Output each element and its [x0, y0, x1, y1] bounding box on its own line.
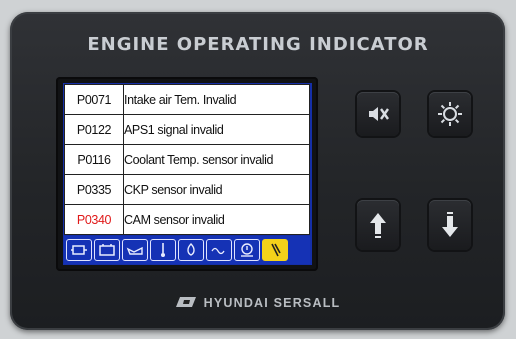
- table-row[interactable]: P0340 CAM sensor invalid: [64, 204, 310, 235]
- fault-code-table: P0071 Intake air Tem. Invalid P0122 APS1…: [64, 84, 310, 235]
- scroll-up-button[interactable]: [357, 200, 399, 250]
- lamp-test-button[interactable]: [429, 92, 471, 136]
- lamp-test-icon: [438, 102, 462, 126]
- brand-name: HYUNDAI SERSALL: [203, 296, 341, 310]
- table-row[interactable]: P0116 Coolant Temp. sensor invalid: [64, 144, 310, 175]
- fault-code: P0122: [64, 114, 124, 145]
- arrow-up-icon: [370, 213, 386, 238]
- table-row[interactable]: P0071 Intake air Tem. Invalid: [64, 84, 310, 115]
- warning-icon: [234, 239, 260, 261]
- battery-icon: [94, 239, 120, 261]
- fault-code-active: P0340: [64, 204, 124, 235]
- panel-title: ENGINE OPERATING INDICATOR: [87, 34, 429, 55]
- fault-description: CKP sensor invalid: [123, 174, 310, 205]
- scroll-down-button[interactable]: [429, 200, 471, 250]
- table-row[interactable]: P0122 APS1 signal invalid: [64, 114, 310, 145]
- fault-description: Intake air Tem. Invalid: [123, 84, 310, 115]
- fault-description: CAM sensor invalid: [123, 204, 310, 235]
- fuel-filter-icon: [262, 239, 288, 261]
- hyundai-logo-icon: [175, 296, 198, 311]
- fault-code: P0116: [64, 144, 124, 175]
- oil-can-icon: [122, 239, 148, 261]
- arrow-down-icon: [442, 212, 458, 237]
- engine-icon: [66, 239, 92, 261]
- status-icon-bar: [64, 236, 310, 264]
- oil-pressure-icon: [178, 239, 204, 261]
- mute-icon: [369, 107, 389, 121]
- fault-code: P0071: [64, 84, 124, 115]
- fault-code: P0335: [64, 174, 124, 205]
- thermometer-icon: [150, 239, 176, 261]
- fault-description: Coolant Temp. sensor invalid: [123, 144, 310, 175]
- fault-description: APS1 signal invalid: [123, 114, 310, 145]
- mute-button[interactable]: [357, 92, 399, 136]
- table-row[interactable]: P0335 CKP sensor invalid: [64, 174, 310, 205]
- brand-label: HYUNDAI SERSALL: [0, 296, 516, 311]
- glow-plug-icon: [206, 239, 232, 261]
